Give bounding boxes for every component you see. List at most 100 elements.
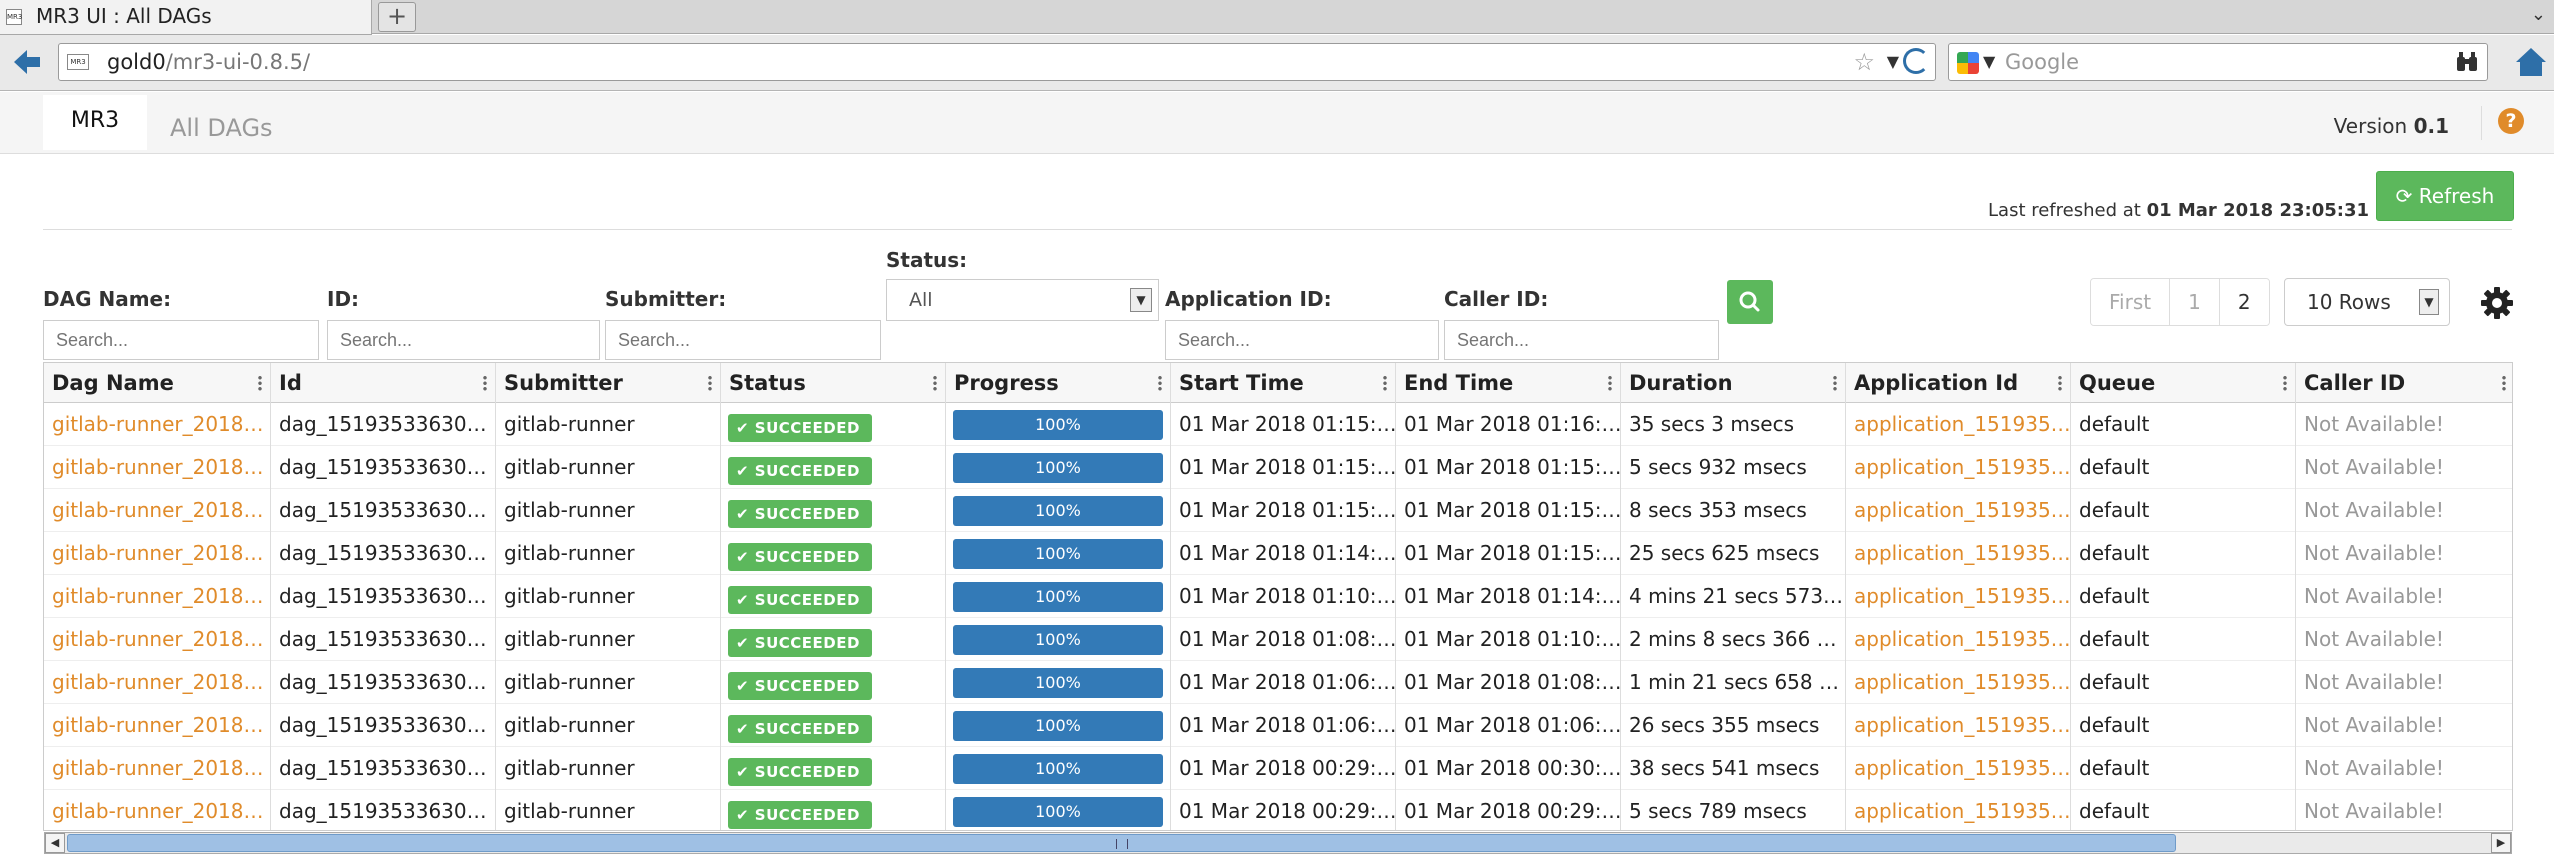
cell-application-id[interactable]: application_151935… bbox=[1846, 661, 2071, 704]
column-header-submitter[interactable]: Submitter bbox=[496, 363, 721, 403]
help-icon[interactable]: ? bbox=[2498, 108, 2524, 134]
column-header-dag-name[interactable]: Dag Name bbox=[44, 363, 271, 403]
column-resize-grip-icon[interactable] bbox=[258, 375, 262, 391]
column-header-status[interactable]: Status bbox=[721, 363, 946, 403]
cell-start-time: 01 Mar 2018 00:29:… bbox=[1171, 747, 1396, 790]
cell-start-time: 01 Mar 2018 01:06:… bbox=[1171, 661, 1396, 704]
column-header-progress[interactable]: Progress bbox=[946, 363, 1171, 403]
caller-id-filter-input[interactable] bbox=[1444, 320, 1719, 360]
cell-dag-name[interactable]: gitlab-runner_2018… bbox=[44, 489, 271, 532]
column-resize-grip-icon[interactable] bbox=[2283, 375, 2287, 391]
column-header-id[interactable]: Id bbox=[271, 363, 496, 403]
cell-dag-name[interactable]: gitlab-runner_2018… bbox=[44, 790, 271, 830]
cell-application-id[interactable]: application_151935… bbox=[1846, 446, 2071, 489]
google-engine-icon[interactable] bbox=[1957, 52, 1979, 74]
back-arrow-icon[interactable] bbox=[10, 45, 44, 79]
cell-application-id[interactable]: application_151935… bbox=[1846, 618, 2071, 661]
cell-end-time: 01 Mar 2018 01:14:… bbox=[1396, 575, 1621, 618]
cell-end-time: 01 Mar 2018 01:16:… bbox=[1396, 403, 1621, 446]
column-resize-grip-icon[interactable] bbox=[708, 375, 712, 391]
id-filter-input[interactable] bbox=[327, 320, 600, 360]
cell-dag-name[interactable]: gitlab-runner_2018… bbox=[44, 575, 271, 618]
home-icon[interactable] bbox=[2514, 45, 2548, 79]
column-header-start-time[interactable]: Start Time bbox=[1171, 363, 1396, 403]
progress-bar-fill: 100% bbox=[953, 410, 1163, 440]
status-text: SUCCEEDED bbox=[754, 462, 860, 480]
cell-dag-name[interactable]: gitlab-runner_2018… bbox=[44, 446, 271, 489]
url-bar[interactable]: MR3 gold0/mr3-ui-0.8.5/ ☆ ▼ bbox=[58, 43, 1936, 81]
horizontal-scrollbar[interactable]: ◀ ▶ bbox=[44, 832, 2512, 854]
browser-search-input[interactable]: ▼ Google bbox=[1948, 43, 2488, 81]
status-text: SUCCEEDED bbox=[754, 591, 860, 609]
brand-logo[interactable]: MR3 bbox=[43, 95, 147, 150]
binoculars-icon[interactable] bbox=[2455, 51, 2479, 73]
cell-application-id[interactable]: application_151935… bbox=[1846, 704, 2071, 747]
page-1-button[interactable]: 1 bbox=[2170, 279, 2220, 325]
last-refreshed-label: Last refreshed at bbox=[1988, 200, 2141, 221]
gear-icon[interactable] bbox=[2480, 286, 2514, 320]
table-row: gitlab-runner_2018… dag_15193533630… gitla… bbox=[44, 489, 2512, 532]
cell-application-id[interactable]: application_151935… bbox=[1846, 575, 2071, 618]
dag-name-filter-input[interactable] bbox=[43, 320, 319, 360]
column-resize-grip-icon[interactable] bbox=[1383, 375, 1387, 391]
column-resize-grip-icon[interactable] bbox=[2502, 375, 2506, 391]
bookmark-star-icon[interactable]: ☆ bbox=[1853, 44, 1875, 80]
cell-dag-name[interactable]: gitlab-runner_2018… bbox=[44, 704, 271, 747]
new-tab-button[interactable]: + bbox=[378, 2, 416, 32]
cell-application-id[interactable]: application_151935… bbox=[1846, 747, 2071, 790]
column-header-duration[interactable]: Duration bbox=[1621, 363, 1846, 403]
column-header-end-time[interactable]: End Time bbox=[1396, 363, 1621, 403]
cell-id: dag_15193533630… bbox=[271, 489, 496, 532]
column-resize-grip-icon[interactable] bbox=[933, 375, 937, 391]
cell-start-time: 01 Mar 2018 01:08:… bbox=[1171, 618, 1396, 661]
cell-duration: 38 secs 541 msecs bbox=[1621, 747, 1846, 790]
cell-dag-name[interactable]: gitlab-runner_2018… bbox=[44, 747, 271, 790]
cell-duration: 25 secs 625 msecs bbox=[1621, 532, 1846, 575]
page-2-button[interactable]: 2 bbox=[2219, 279, 2269, 325]
rows-per-page-select[interactable]: 10 Rows ▼ bbox=[2284, 278, 2450, 326]
page-first-button[interactable]: First bbox=[2091, 279, 2171, 325]
column-resize-grip-icon[interactable] bbox=[1158, 375, 1162, 391]
cell-application-id[interactable]: application_151935… bbox=[1846, 790, 2071, 830]
last-refreshed-value: 01 Mar 2018 23:05:31 bbox=[2146, 200, 2369, 221]
cell-dag-name[interactable]: gitlab-runner_2018… bbox=[44, 618, 271, 661]
scroll-left-arrow-icon[interactable]: ◀ bbox=[45, 833, 65, 853]
reload-icon[interactable] bbox=[1903, 48, 1929, 74]
status-dropdown-chevron-icon[interactable]: ▼ bbox=[1130, 288, 1152, 312]
scrollbar-thumb[interactable] bbox=[67, 834, 2176, 852]
progress-bar: 100% bbox=[953, 754, 1163, 784]
submitter-filter-label: Submitter: bbox=[605, 287, 727, 311]
url-history-chevron-icon[interactable]: ▼ bbox=[1887, 44, 1899, 80]
version-info: Version 0.1 bbox=[2334, 114, 2449, 138]
column-header-caller-id[interactable]: Caller ID bbox=[2296, 363, 2512, 403]
cell-dag-name[interactable]: gitlab-runner_2018… bbox=[44, 532, 271, 575]
cell-end-time: 01 Mar 2018 00:30:… bbox=[1396, 747, 1621, 790]
status-text: SUCCEEDED bbox=[754, 677, 860, 695]
column-resize-grip-icon[interactable] bbox=[1608, 375, 1612, 391]
progress-bar: 100% bbox=[953, 711, 1163, 741]
status-filter-select[interactable]: All ▼ bbox=[886, 279, 1159, 321]
progress-bar-fill: 100% bbox=[953, 539, 1163, 569]
column-resize-grip-icon[interactable] bbox=[1833, 375, 1837, 391]
cell-dag-name[interactable]: gitlab-runner_2018… bbox=[44, 661, 271, 704]
refresh-button[interactable]: ⟳ Refresh bbox=[2376, 171, 2514, 221]
cell-application-id[interactable]: application_151935… bbox=[1846, 403, 2071, 446]
cell-application-id[interactable]: application_151935… bbox=[1846, 532, 2071, 575]
browser-tab[interactable]: MR3 MR3 UI : All DAGs bbox=[0, 0, 372, 35]
application-id-filter-input[interactable] bbox=[1165, 320, 1439, 360]
cell-progress: 100% bbox=[946, 747, 1171, 790]
scroll-right-arrow-icon[interactable]: ▶ bbox=[2491, 833, 2511, 853]
search-submit-button[interactable] bbox=[1727, 280, 1773, 324]
engine-chevron-icon[interactable]: ▼ bbox=[1983, 44, 1995, 80]
cell-submitter: gitlab-runner bbox=[496, 747, 721, 790]
column-resize-grip-icon[interactable] bbox=[2058, 375, 2062, 391]
submitter-filter-input[interactable] bbox=[605, 320, 881, 360]
column-header-application-id[interactable]: Application Id bbox=[1846, 363, 2071, 403]
rows-dropdown-chevron-icon[interactable]: ▼ bbox=[2419, 289, 2439, 315]
cell-status: ✔ SUCCEEDED bbox=[721, 618, 946, 661]
cell-dag-name[interactable]: gitlab-runner_2018… bbox=[44, 403, 271, 446]
column-resize-grip-icon[interactable] bbox=[483, 375, 487, 391]
tab-list-chevron-icon[interactable]: ⌄ bbox=[2531, 4, 2546, 25]
cell-application-id[interactable]: application_151935… bbox=[1846, 489, 2071, 532]
column-header-queue[interactable]: Queue bbox=[2071, 363, 2296, 403]
